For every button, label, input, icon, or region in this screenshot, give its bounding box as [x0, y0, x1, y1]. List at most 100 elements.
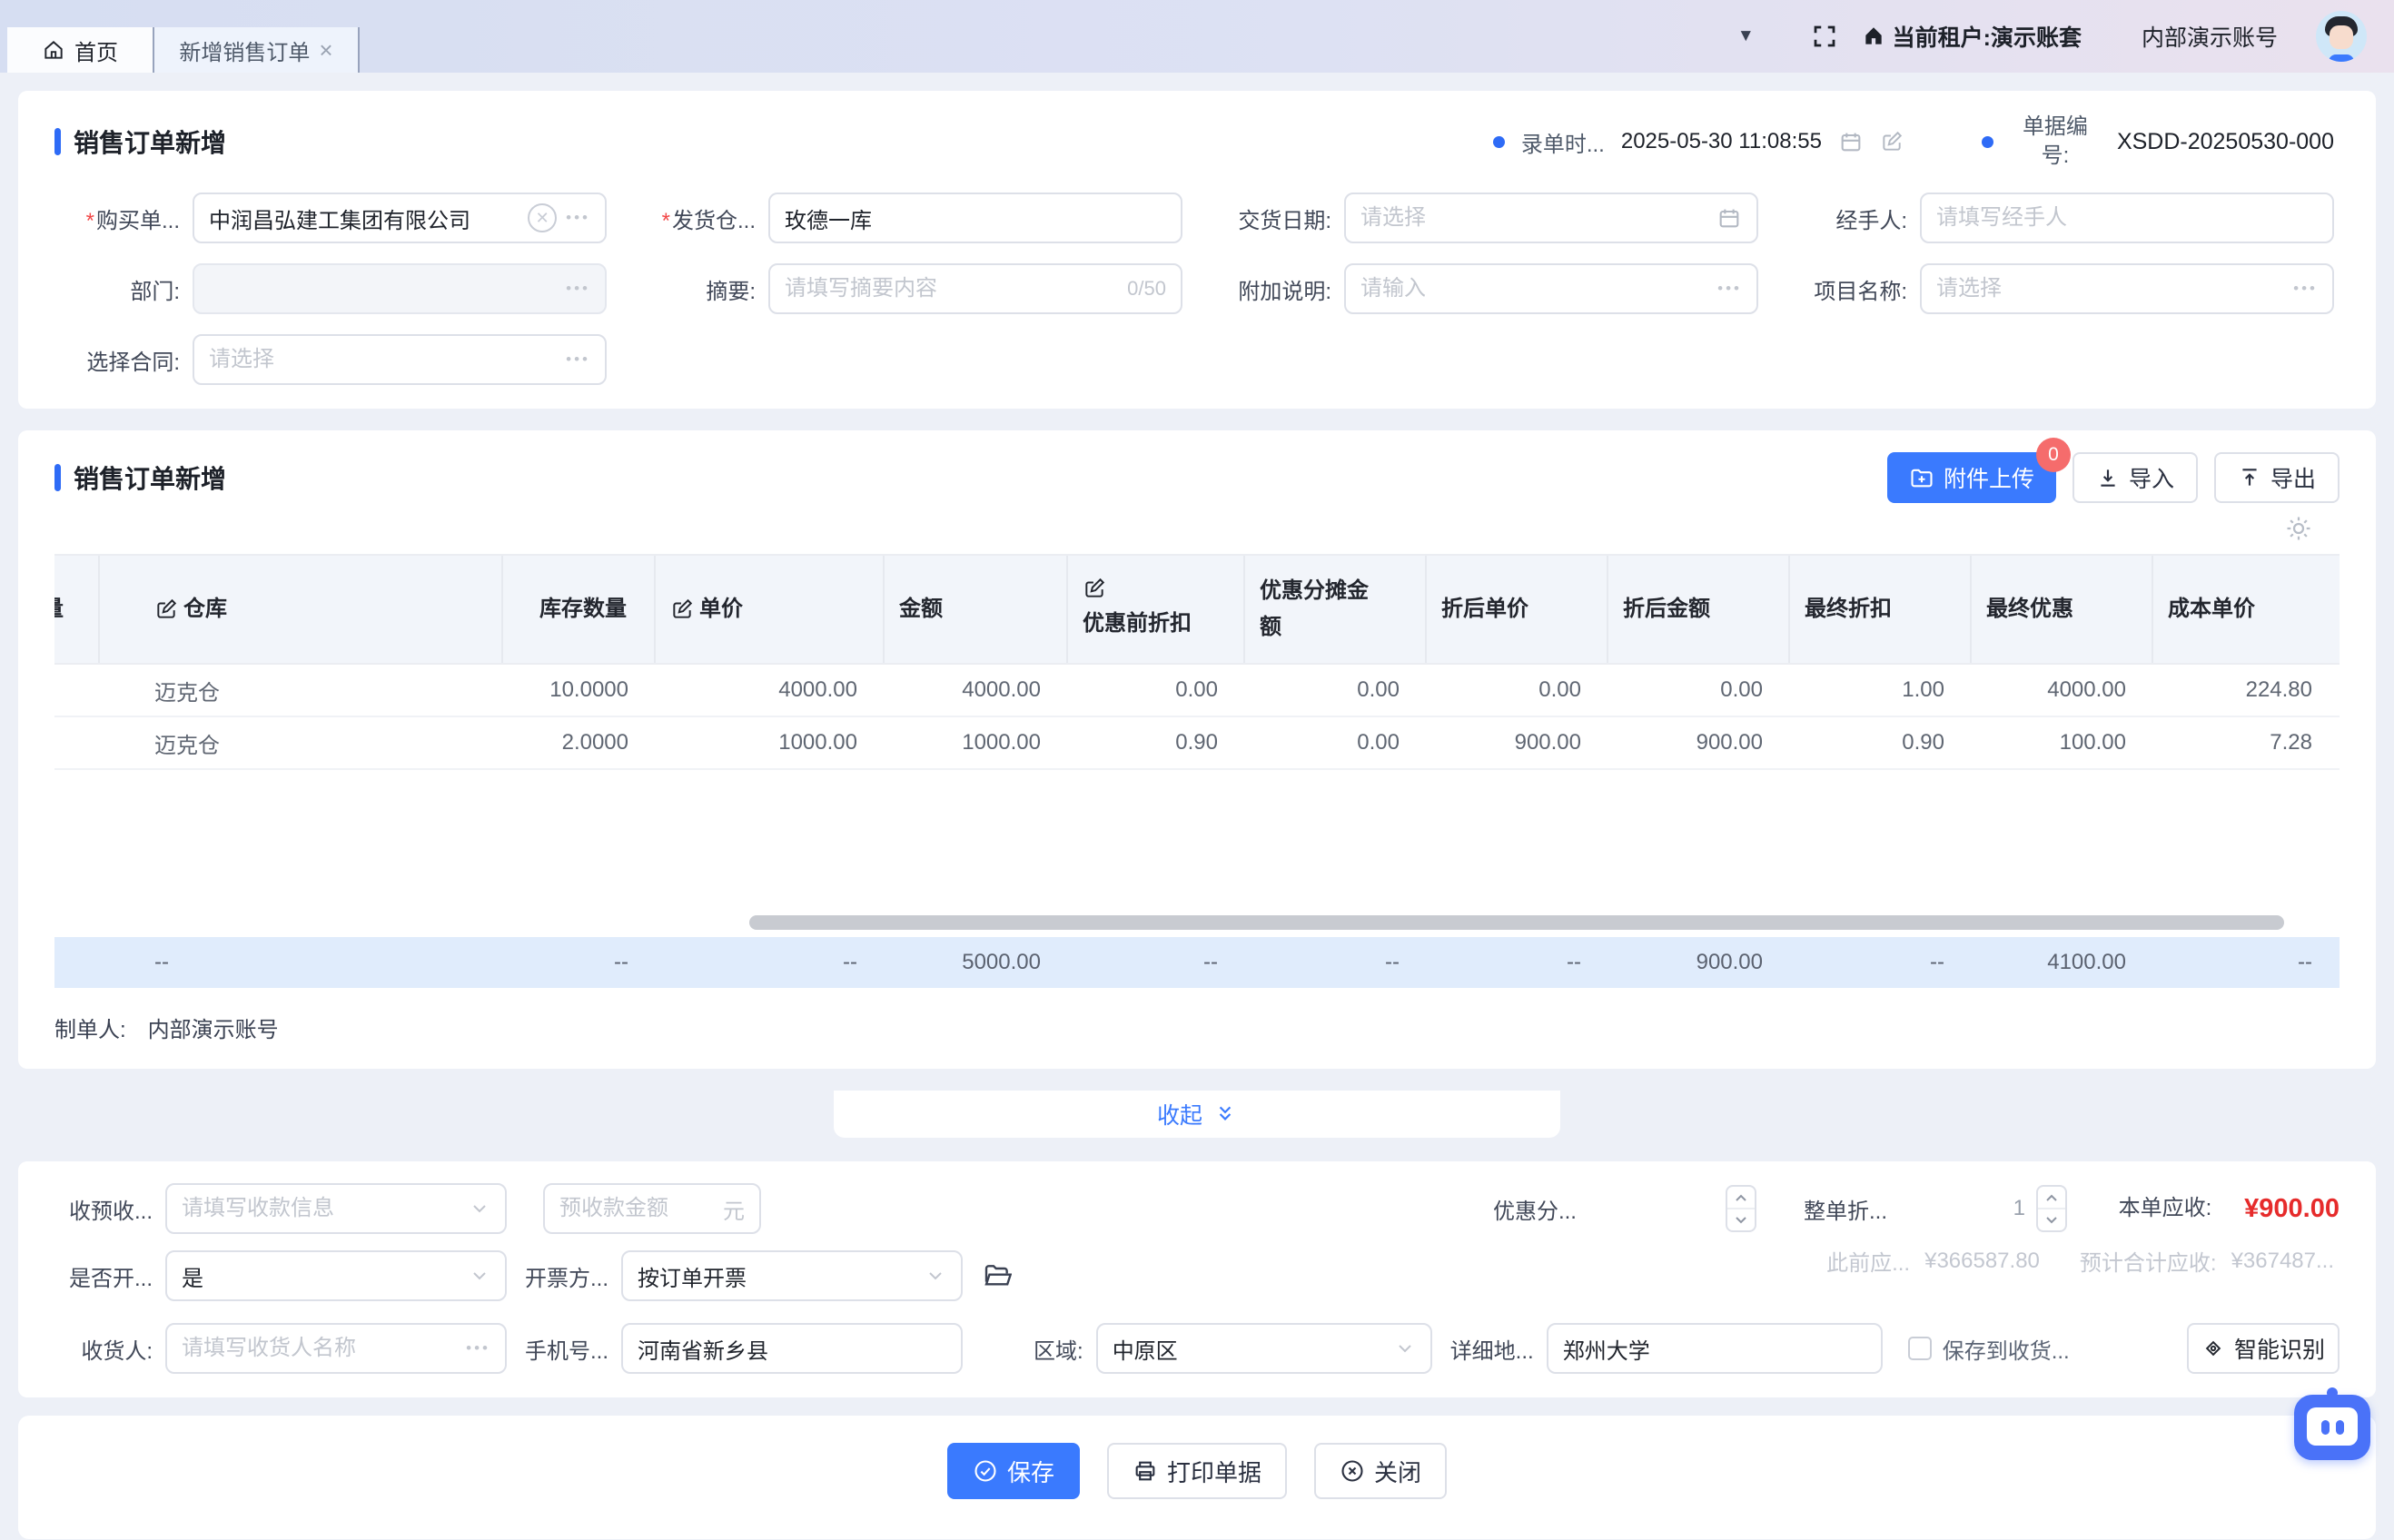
calendar-icon[interactable] — [1716, 205, 1742, 231]
more-icon[interactable]: ••• — [1717, 280, 1742, 298]
prepay-amount-field[interactable]: 元 — [543, 1183, 761, 1234]
record-time-value[interactable]: 2025-05-30 11:08:55 — [1621, 129, 1822, 154]
account-name[interactable]: 内部演示账号 — [2142, 20, 2278, 53]
import-button[interactable]: 导入 — [2072, 452, 2198, 503]
collapse-toggle[interactable]: 收起 — [834, 1091, 1560, 1138]
project-field[interactable]: ••• — [1920, 263, 2334, 314]
cell-pre_discount[interactable]: 0.90 — [1068, 717, 1245, 768]
smart-recognize-button[interactable]: 智能识别 — [2187, 1323, 2340, 1374]
cell-discount_share[interactable]: 0.00 — [1245, 717, 1427, 768]
summary-input[interactable] — [785, 276, 1118, 301]
cell-amount_after_discount[interactable]: 900.00 — [1608, 717, 1790, 768]
note-field[interactable]: ••• — [1344, 263, 1758, 314]
column-header-stock_qty: 库存数量 — [503, 556, 656, 663]
address-field[interactable] — [1547, 1323, 1883, 1374]
chevron-down-icon[interactable]: ▼ — [1737, 26, 1755, 46]
cell-discount_share[interactable]: 0.00 — [1245, 665, 1427, 716]
cell-unit_price[interactable]: 4000.00 — [656, 665, 885, 716]
whole-discount-stepper[interactable] — [2036, 1185, 2067, 1232]
cell-warehouse[interactable]: 迈克仓 — [100, 665, 503, 716]
whole-discount-value[interactable]: 1 — [1900, 1196, 2036, 1221]
prepay-amount-input[interactable] — [559, 1196, 714, 1221]
tab-home[interactable]: 首页 — [7, 27, 153, 73]
fullscreen-icon[interactable] — [1811, 23, 1838, 50]
delivery-date-input[interactable] — [1360, 205, 1707, 231]
cell-qty_clipped[interactable] — [54, 665, 100, 716]
cell-cost_price[interactable]: 224.80 — [2153, 665, 2340, 716]
close-circle-icon — [1340, 1458, 1365, 1484]
cell-cost_price[interactable]: 7.28 — [2153, 717, 2340, 768]
more-icon[interactable]: ••• — [566, 209, 590, 227]
receipt-select[interactable] — [165, 1183, 507, 1234]
attachment-upload-button[interactable]: 附件上传 0 — [1887, 452, 2056, 503]
cell-price_after_discount[interactable]: 900.00 — [1427, 717, 1608, 768]
cell-final_benefit[interactable]: 100.00 — [1972, 717, 2153, 768]
ship-warehouse-field[interactable]: 玫德一库 — [768, 192, 1182, 243]
phone-input[interactable] — [638, 1336, 946, 1361]
save-to-address-checkbox[interactable] — [1908, 1337, 1932, 1360]
delivery-date-field[interactable] — [1344, 192, 1758, 243]
cell-final_discount[interactable]: 1.00 — [1790, 665, 1972, 716]
tab-close-icon[interactable]: × — [319, 38, 332, 62]
cell-unit_price: -- — [656, 937, 885, 988]
address-input[interactable] — [1563, 1336, 1866, 1361]
note-input[interactable] — [1360, 276, 1708, 301]
clear-icon[interactable]: ✕ — [528, 203, 557, 232]
cell-amount_after_discount[interactable]: 0.00 — [1608, 665, 1790, 716]
tab-new-sales-order[interactable]: 新增销售订单 × — [153, 27, 360, 73]
contract-field[interactable]: ••• — [193, 334, 607, 385]
calendar-icon[interactable] — [1838, 129, 1864, 154]
blue-dot-icon — [1493, 136, 1505, 148]
gear-icon[interactable] — [2285, 515, 2312, 542]
more-icon[interactable]: ••• — [566, 280, 590, 298]
tenant-info[interactable]: 当前租户:演示账套 — [1862, 20, 2082, 53]
cell-stock_qty[interactable]: 10.0000 — [503, 665, 656, 716]
region-select[interactable]: 中原区 — [1096, 1323, 1432, 1374]
buyer-field[interactable]: 中润昌弘建工集团有限公司 ✕ ••• — [193, 192, 607, 243]
cell-price_after_discount[interactable]: 0.00 — [1427, 665, 1608, 716]
export-button[interactable]: 导出 — [2214, 452, 2340, 503]
invoice-method-value: 按订单开票 — [638, 1260, 915, 1292]
stepper-down-icon[interactable] — [2038, 1209, 2065, 1230]
cell-cost_price: -- — [2153, 937, 2340, 988]
receiver-field[interactable]: ••• — [165, 1323, 507, 1374]
receiver-input[interactable] — [182, 1336, 457, 1361]
cell-warehouse[interactable]: 迈克仓 — [100, 717, 503, 768]
close-button[interactable]: 关闭 — [1314, 1443, 1447, 1499]
save-button[interactable]: 保存 — [947, 1443, 1080, 1499]
edit-icon[interactable] — [1880, 130, 1904, 153]
stepper-up-icon[interactable] — [2038, 1187, 2065, 1209]
contract-input[interactable] — [209, 347, 557, 372]
folder-open-icon[interactable] — [983, 1261, 1012, 1290]
more-icon[interactable]: ••• — [566, 350, 590, 369]
cell-amount[interactable]: 1000.00 — [885, 717, 1068, 768]
cell-final_benefit[interactable]: 4000.00 — [1972, 665, 2153, 716]
avatar[interactable] — [2316, 11, 2367, 62]
assistant-robot-button[interactable] — [2292, 1389, 2372, 1462]
receipt-input[interactable] — [182, 1196, 460, 1221]
invoice-method-select[interactable]: 按订单开票 — [621, 1250, 963, 1301]
cell-pre_discount[interactable]: 0.00 — [1068, 665, 1245, 716]
table-total-row: ------5000.00------900.00--4100.00-- — [54, 937, 2340, 988]
cell-unit_price[interactable]: 1000.00 — [656, 717, 885, 768]
more-icon[interactable]: ••• — [466, 1339, 490, 1357]
table-horizontal-scrollbar[interactable] — [749, 915, 2284, 930]
discount-share-stepper[interactable] — [1726, 1185, 1756, 1232]
project-input[interactable] — [1936, 276, 2284, 301]
phone-field[interactable] — [621, 1323, 963, 1374]
handler-input[interactable] — [1936, 205, 2318, 231]
cell-amount[interactable]: 4000.00 — [885, 665, 1068, 716]
cell-stock_qty[interactable]: 2.0000 — [503, 717, 656, 768]
cell-qty_clipped[interactable] — [54, 717, 100, 768]
invoice-flag-select[interactable]: 是 — [165, 1250, 507, 1301]
stepper-up-icon[interactable] — [1727, 1187, 1755, 1209]
department-field[interactable]: ••• — [193, 263, 607, 314]
due-subline: 此前应... ¥366587.80 预计合计应收: ¥367487... — [1826, 1245, 2334, 1277]
cell-final_discount[interactable]: 0.90 — [1790, 717, 1972, 768]
estimate-value: ¥367487... — [2231, 1249, 2334, 1274]
handler-field[interactable] — [1920, 192, 2334, 243]
summary-field[interactable]: 0/50 — [768, 263, 1182, 314]
print-button[interactable]: 打印单据 — [1107, 1443, 1287, 1499]
stepper-down-icon[interactable] — [1727, 1209, 1755, 1230]
more-icon[interactable]: ••• — [2293, 280, 2318, 298]
